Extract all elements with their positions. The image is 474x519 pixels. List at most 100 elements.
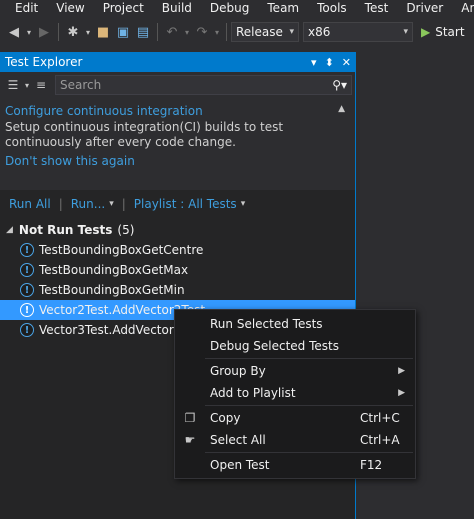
not-run-icon: ! <box>20 243 34 257</box>
menu-separator <box>205 405 413 406</box>
menu-separator <box>205 452 413 453</box>
group-by-icon[interactable]: ☰ <box>3 75 23 95</box>
chevron-down-icon[interactable]: ▾ <box>241 199 246 209</box>
context-menu: Run Selected Tests Debug Selected Tests … <box>174 309 416 479</box>
search-icon[interactable]: ⚲▾ <box>332 78 347 92</box>
main-toolbar: ◀ ▾ ▶ ✱ ▾ ■ ▣ ▤ ↶ ▾ ↷ ▾ Release ▾ x86 ▾ … <box>0 16 474 48</box>
playlist-link[interactable]: Playlist : All Tests <box>134 197 237 211</box>
group-name: Not Run Tests <box>18 223 113 237</box>
test-item[interactable]: ! TestBoundingBoxGetCentre <box>0 240 355 260</box>
redo-icon[interactable]: ↷ <box>192 22 212 42</box>
search-box[interactable]: ⚲▾ <box>55 75 352 95</box>
menu-project[interactable]: Project <box>94 0 153 16</box>
dropdown-chevron-icon[interactable]: ▾ <box>24 22 34 42</box>
configuration-select[interactable]: Release ▾ <box>231 22 299 42</box>
window-position-icon[interactable]: ▾ <box>311 56 317 69</box>
undo-icon[interactable]: ↶ <box>162 22 182 42</box>
menu-item-label: Open Test <box>210 458 270 472</box>
menu-item-copy[interactable]: ❐ Copy Ctrl+C <box>175 407 415 429</box>
toolbar-separator <box>157 23 158 41</box>
menu-item-label: Copy <box>210 411 241 425</box>
save-all-icon[interactable]: ▤ <box>133 22 153 42</box>
dropdown-chevron-icon[interactable]: ▾ <box>182 22 192 42</box>
run-all-link[interactable]: Run All <box>9 197 51 211</box>
test-item[interactable]: ! TestBoundingBoxGetMax <box>0 260 355 280</box>
menu-item-label: Debug Selected Tests <box>210 339 339 353</box>
chevron-down-icon: ▾ <box>403 27 408 37</box>
menu-debug[interactable]: Debug <box>201 0 258 16</box>
save-icon[interactable]: ▣ <box>113 22 133 42</box>
search-input[interactable] <box>60 78 300 92</box>
ci-banner: Configure continuous integration ▲ Setup… <box>0 98 355 190</box>
ci-banner-title[interactable]: Configure continuous integration <box>5 104 350 119</box>
menu-edit[interactable]: Edit <box>0 0 47 16</box>
run-bar: Run All | Run... ▾ | Playlist : All Test… <box>0 190 355 218</box>
start-button[interactable]: ▶ Start <box>421 25 465 39</box>
menu-item-add-to-playlist[interactable]: Add to Playlist ▶ <box>175 382 415 404</box>
navigate-back-icon[interactable]: ◀ <box>4 22 24 42</box>
copy-icon: ❐ <box>184 411 196 425</box>
menu-bar: Edit View Project Build Debug Team Tools… <box>0 0 474 16</box>
menu-build[interactable]: Build <box>153 0 201 16</box>
menu-view[interactable]: View <box>47 0 93 16</box>
pin-icon[interactable]: ⬍ <box>325 56 334 69</box>
platform-select[interactable]: x86 ▾ <box>303 22 413 42</box>
close-icon[interactable]: ✕ <box>342 56 351 69</box>
chevron-down-icon[interactable]: ▾ <box>109 199 114 209</box>
select-all-icon: ☛ <box>184 433 196 447</box>
menu-tools[interactable]: Tools <box>308 0 356 16</box>
new-project-icon[interactable]: ✱ <box>63 22 83 42</box>
dropdown-chevron-icon[interactable]: ▾ <box>83 22 93 42</box>
menu-analyze[interactable]: Analy <box>452 0 474 16</box>
menu-item-label: Run Selected Tests <box>210 317 323 331</box>
panel-toolbar: ☰ ▾ ≡ ⚲▾ <box>0 72 355 98</box>
open-folder-icon[interactable]: ■ <box>93 22 113 42</box>
collapse-banner-icon[interactable]: ▲ <box>338 104 345 114</box>
run-link[interactable]: Run... <box>71 197 105 211</box>
submenu-arrow-icon: ▶ <box>398 388 405 398</box>
menu-item-shortcut: Ctrl+C <box>360 411 400 425</box>
menu-item-label: Select All <box>210 433 266 447</box>
platform-value: x86 <box>308 25 331 39</box>
toolbar-separator <box>226 23 227 41</box>
play-icon: ▶ <box>421 25 431 39</box>
panel-title: Test Explorer <box>5 55 83 69</box>
test-item[interactable]: ! TestBoundingBoxGetMin <box>0 280 355 300</box>
test-name: TestBoundingBoxGetCentre <box>39 243 204 257</box>
test-group-header[interactable]: ◢ Not Run Tests (5) <box>0 220 355 240</box>
configuration-value: Release <box>236 25 283 39</box>
toolbar-separator <box>58 23 59 41</box>
run-bar-separator: | <box>121 197 126 211</box>
list-view-icon[interactable]: ≡ <box>31 75 51 95</box>
menu-item-select-all[interactable]: ☛ Select All Ctrl+A <box>175 429 415 451</box>
menu-item-label: Add to Playlist <box>210 386 296 400</box>
not-run-icon: ! <box>20 303 34 317</box>
dropdown-chevron-icon[interactable]: ▾ <box>23 75 31 95</box>
test-name: TestBoundingBoxGetMin <box>39 283 185 297</box>
menu-item-group-by[interactable]: Group By ▶ <box>175 360 415 382</box>
submenu-arrow-icon: ▶ <box>398 366 405 376</box>
not-run-icon: ! <box>20 283 34 297</box>
not-run-icon: ! <box>20 263 34 277</box>
group-count: (5) <box>117 223 135 237</box>
dropdown-chevron-icon[interactable]: ▾ <box>212 22 222 42</box>
menu-separator <box>205 358 413 359</box>
menu-test[interactable]: Test <box>356 0 398 16</box>
dont-show-again-link[interactable]: Don't show this again <box>5 154 135 168</box>
panel-title-bar: Test Explorer ▾ ⬍ ✕ <box>0 52 355 72</box>
expand-arrow-icon[interactable]: ◢ <box>6 225 13 235</box>
menu-item-open-test[interactable]: Open Test F12 <box>175 454 415 476</box>
test-name: TestBoundingBoxGetMax <box>39 263 189 277</box>
navigate-forward-icon[interactable]: ▶ <box>34 22 54 42</box>
ci-banner-description: Setup continuous integration(CI) builds … <box>5 120 284 149</box>
menu-item-debug-selected[interactable]: Debug Selected Tests <box>175 335 415 357</box>
menu-item-run-selected[interactable]: Run Selected Tests <box>175 313 415 335</box>
menu-item-label: Group By <box>210 364 266 378</box>
menu-item-shortcut: F12 <box>360 458 383 472</box>
chevron-down-icon: ▾ <box>289 27 294 37</box>
menu-driver[interactable]: Driver <box>397 0 452 16</box>
start-label: Start <box>435 25 465 39</box>
menu-team[interactable]: Team <box>258 0 308 16</box>
not-run-icon: ! <box>20 323 34 337</box>
run-bar-separator: | <box>58 197 63 211</box>
